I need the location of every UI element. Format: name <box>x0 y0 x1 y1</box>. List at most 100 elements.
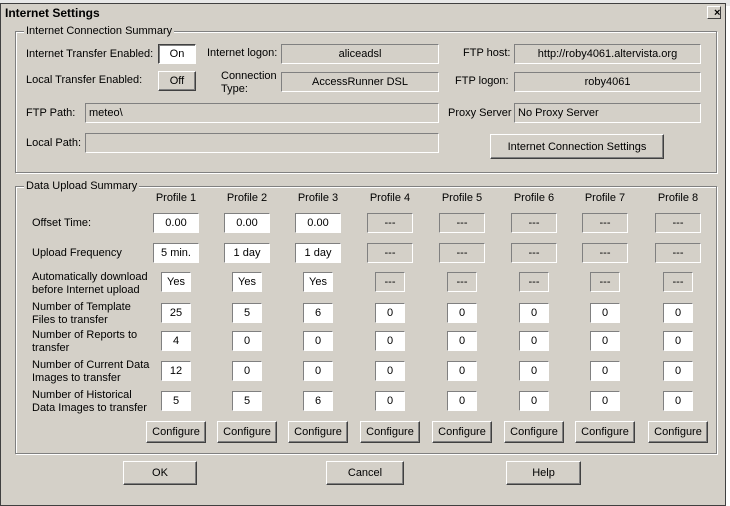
configure-button-profile-6[interactable]: Configure <box>504 421 564 443</box>
configure-button-profile-8[interactable]: Configure <box>648 421 708 443</box>
local-transfer-toggle[interactable]: Off <box>158 71 196 91</box>
profile-7-row-4-field[interactable]: 0 <box>590 303 620 323</box>
profile-7-row-6-field[interactable]: 0 <box>590 361 620 381</box>
profile-3-row-2-field[interactable]: 1 day <box>295 243 341 263</box>
configure-button-profile-3[interactable]: Configure <box>288 421 348 443</box>
ftp-logon-label: FTP logon: <box>455 75 509 87</box>
profile-8-row-7-field[interactable]: 0 <box>663 391 693 411</box>
transfer-enabled-toggle[interactable]: On <box>158 44 196 64</box>
configure-button-profile-7[interactable]: Configure <box>575 421 635 443</box>
profile-1-row-4-field[interactable]: 25 <box>161 303 191 323</box>
proxy-server-field: No Proxy Server <box>514 103 701 123</box>
profile-5-row-6-field[interactable]: 0 <box>447 361 477 381</box>
configure-button-profile-5[interactable]: Configure <box>432 421 492 443</box>
profile-7-row-1-field[interactable]: --- <box>582 213 628 233</box>
ok-button[interactable]: OK <box>123 461 197 485</box>
proxy-server-label: Proxy Server <box>448 107 512 119</box>
profile-1-row-3-field[interactable]: Yes <box>161 272 191 292</box>
ftp-host-field: http://roby4061.altervista.org <box>514 44 701 64</box>
profile-8-row-3-field[interactable]: --- <box>663 272 693 292</box>
profile-header-8: Profile 8 <box>657 192 699 204</box>
profile-6-row-7-field[interactable]: 0 <box>519 391 549 411</box>
internet-connection-settings-button[interactable]: Internet Connection Settings <box>490 134 664 159</box>
profile-6-row-2-field[interactable]: --- <box>511 243 557 263</box>
window-title: Internet Settings <box>5 6 100 20</box>
profile-1-row-5-field[interactable]: 4 <box>161 331 191 351</box>
profile-3-row-4-field[interactable]: 6 <box>303 303 333 323</box>
profile-6-row-6-field[interactable]: 0 <box>519 361 549 381</box>
profile-5-row-3-field[interactable]: --- <box>447 272 477 292</box>
profile-8-row-6-field[interactable]: 0 <box>663 361 693 381</box>
profile-4-row-5-field[interactable]: 0 <box>375 331 405 351</box>
profile-7-row-3-field[interactable]: --- <box>590 272 620 292</box>
profile-3-row-1-field[interactable]: 0.00 <box>295 213 341 233</box>
profile-header-1: Profile 1 <box>155 192 197 204</box>
connection-type-field: AccessRunner DSL <box>281 72 439 92</box>
profile-3-row-3-field[interactable]: Yes <box>303 272 333 292</box>
row-label-4: Number of Template <box>32 301 131 313</box>
profile-6-row-3-field[interactable]: --- <box>519 272 549 292</box>
profile-2-row-3-field[interactable]: Yes <box>232 272 262 292</box>
connection-type-label: Connection <box>221 70 277 82</box>
profile-7-row-5-field[interactable]: 0 <box>590 331 620 351</box>
profile-2-row-2-field[interactable]: 1 day <box>224 243 270 263</box>
profile-5-row-7-field[interactable]: 0 <box>447 391 477 411</box>
ftp-host-label: FTP host: <box>463 47 511 59</box>
ftp-path-field: meteo\ <box>85 103 439 123</box>
configure-button-profile-4[interactable]: Configure <box>360 421 420 443</box>
profile-8-row-1-field[interactable]: --- <box>655 213 701 233</box>
profile-6-row-4-field[interactable]: 0 <box>519 303 549 323</box>
row-label-1: Offset Time: <box>32 217 92 229</box>
profile-7-row-2-field[interactable]: --- <box>582 243 628 263</box>
internet-connection-group-title: Internet Connection Summary <box>24 25 175 37</box>
profile-header-4: Profile 4 <box>369 192 411 204</box>
help-button[interactable]: Help <box>506 461 581 485</box>
profile-header-5: Profile 5 <box>441 192 483 204</box>
local-transfer-label: Local Transfer Enabled: <box>26 74 143 86</box>
profile-4-row-2-field[interactable]: --- <box>367 243 413 263</box>
profile-4-row-7-field[interactable]: 0 <box>375 391 405 411</box>
profile-4-row-4-field[interactable]: 0 <box>375 303 405 323</box>
profile-2-row-1-field[interactable]: 0.00 <box>224 213 270 233</box>
profile-8-row-5-field[interactable]: 0 <box>663 331 693 351</box>
connection-type-label-2: Type: <box>221 83 248 95</box>
row-label-7: Number of Historical <box>32 389 132 401</box>
close-button[interactable]: × <box>707 6 721 19</box>
profile-6-row-5-field[interactable]: 0 <box>519 331 549 351</box>
profile-4-row-3-field[interactable]: --- <box>375 272 405 292</box>
cancel-button[interactable]: Cancel <box>326 461 404 485</box>
profile-header-2: Profile 2 <box>226 192 268 204</box>
profile-2-row-5-field[interactable]: 0 <box>232 331 262 351</box>
configure-button-profile-1[interactable]: Configure <box>146 421 206 443</box>
profile-5-row-5-field[interactable]: 0 <box>447 331 477 351</box>
profile-4-row-6-field[interactable]: 0 <box>375 361 405 381</box>
profile-header-3: Profile 3 <box>297 192 339 204</box>
profile-1-row-7-field[interactable]: 5 <box>161 391 191 411</box>
local-path-label: Local Path: <box>26 137 82 149</box>
profile-5-row-4-field[interactable]: 0 <box>447 303 477 323</box>
profile-2-row-6-field[interactable]: 0 <box>232 361 262 381</box>
profile-6-row-1-field[interactable]: --- <box>511 213 557 233</box>
row-label-7-line2: Data Images to transfer <box>32 402 147 414</box>
data-upload-group-title: Data Upload Summary <box>24 180 140 192</box>
row-label-5-line2: transfer <box>32 342 70 354</box>
profile-1-row-6-field[interactable]: 12 <box>161 361 191 381</box>
profile-header-7: Profile 7 <box>584 192 626 204</box>
profile-7-row-7-field[interactable]: 0 <box>590 391 620 411</box>
profile-3-row-6-field[interactable]: 0 <box>303 361 333 381</box>
configure-button-profile-2[interactable]: Configure <box>217 421 277 443</box>
profile-3-row-7-field[interactable]: 6 <box>303 391 333 411</box>
internet-settings-dialog: Internet Settings × Internet Connection … <box>0 3 726 506</box>
profile-2-row-4-field[interactable]: 5 <box>232 303 262 323</box>
row-label-3-line2: before Internet upload <box>32 284 140 296</box>
profile-5-row-1-field[interactable]: --- <box>439 213 485 233</box>
profile-8-row-2-field[interactable]: --- <box>655 243 701 263</box>
profile-8-row-4-field[interactable]: 0 <box>663 303 693 323</box>
profile-3-row-5-field[interactable]: 0 <box>303 331 333 351</box>
internet-logon-label: Internet logon: <box>207 47 278 59</box>
profile-1-row-2-field[interactable]: 5 min. <box>153 243 199 263</box>
profile-5-row-2-field[interactable]: --- <box>439 243 485 263</box>
profile-2-row-7-field[interactable]: 5 <box>232 391 262 411</box>
profile-4-row-1-field[interactable]: --- <box>367 213 413 233</box>
profile-1-row-1-field[interactable]: 0.00 <box>153 213 199 233</box>
